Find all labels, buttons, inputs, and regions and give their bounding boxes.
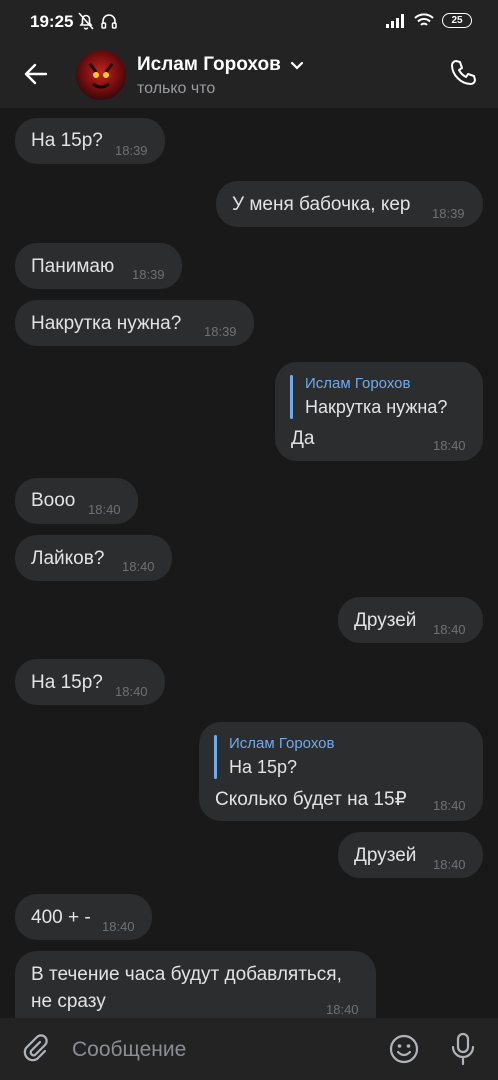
reply-bar — [290, 375, 293, 419]
message-time: 18:40 — [433, 798, 466, 813]
message-time: 18:40 — [433, 622, 466, 637]
message-text: Панимаю — [31, 256, 115, 277]
message-text: Друзей — [354, 845, 417, 866]
phone-icon[interactable] — [448, 58, 478, 88]
message-time: 18:40 — [433, 857, 466, 872]
message-text: Да — [291, 428, 315, 449]
message-time: 18:40 — [88, 502, 121, 517]
signal-icon — [386, 13, 404, 28]
message-outgoing-reply[interactable]: Ислам Горохов Накрутка нужна? Да 18:40 — [275, 362, 483, 461]
message-incoming[interactable]: На 15р? 18:39 — [15, 118, 165, 164]
reply-author: Ислам Горохов — [305, 375, 411, 392]
message-time: 18:40 — [122, 559, 155, 574]
reply-author: Ислам Горохов — [229, 735, 335, 752]
status-time: 19:25 — [30, 12, 74, 31]
contact-name[interactable]: Ислам Горохов — [137, 54, 281, 76]
avatar[interactable] — [76, 50, 126, 100]
message-time: 18:39 — [204, 324, 237, 339]
paperclip-icon[interactable] — [20, 1034, 50, 1064]
microphone-icon[interactable] — [450, 1032, 476, 1066]
reply-quote: На 15р? — [229, 757, 298, 777]
status-bar: 19:25 25 — [0, 0, 498, 44]
message-input[interactable] — [70, 1030, 364, 1070]
message-time: 18:39 — [432, 206, 465, 221]
message-incoming[interactable]: Панимаю 18:39 — [15, 243, 182, 289]
contact-status: только что — [137, 80, 216, 97]
message-outgoing[interactable]: Друзей 18:40 — [338, 597, 483, 643]
message-outgoing[interactable]: У меня бабочка, кер 18:39 — [216, 181, 483, 227]
battery-indicator: 25 — [442, 13, 472, 28]
message-text-line2: не сразу — [31, 991, 106, 1012]
reply-bar — [214, 735, 217, 779]
reply-quote: Накрутка нужна? — [305, 397, 448, 417]
wifi-icon — [414, 13, 434, 26]
message-incoming[interactable]: Лайков? 18:40 — [15, 535, 172, 581]
message-text: На 15р? — [31, 672, 103, 693]
message-incoming[interactable]: Накрутка нужна? 18:39 — [15, 300, 254, 346]
headphones-icon — [101, 14, 117, 29]
message-text: Друзей — [354, 610, 417, 631]
chevron-down-icon[interactable] — [290, 58, 304, 72]
message-outgoing[interactable]: Друзей 18:40 — [338, 832, 483, 878]
arrow-left-icon[interactable] — [22, 60, 50, 88]
chat-header: Ислам Горохов только что — [0, 44, 498, 108]
message-incoming[interactable]: Вооо 18:40 — [15, 478, 138, 524]
message-text: Сколько будет на 15₽ — [215, 789, 407, 810]
message-time: 18:39 — [115, 143, 148, 158]
message-text-line1: В течение часа будут добавляться, — [31, 964, 342, 985]
message-incoming[interactable]: На 15р? 18:40 — [15, 659, 165, 705]
message-time: 18:40 — [115, 684, 148, 699]
message-text: Накрутка нужна? — [31, 313, 182, 334]
message-time: 18:40 — [326, 1002, 359, 1017]
message-text: На 15р? — [31, 130, 103, 151]
mute-bell-icon — [78, 12, 94, 30]
message-composer — [0, 1018, 498, 1080]
message-text: Вооо — [31, 490, 76, 511]
smile-icon[interactable] — [388, 1033, 420, 1065]
message-incoming[interactable]: 400 + - 18:40 — [15, 894, 152, 940]
message-text: У меня бабочка, кер — [232, 194, 411, 215]
avatar-image — [88, 63, 114, 89]
message-text: Лайков? — [31, 548, 105, 569]
message-incoming[interactable]: В течение часа будут добавляться, не сра… — [15, 951, 376, 1021]
status-left-icons — [78, 12, 118, 30]
message-time: 18:39 — [132, 267, 165, 282]
message-time: 18:40 — [433, 438, 466, 453]
message-outgoing-reply[interactable]: Ислам Горохов На 15р? Сколько будет на 1… — [199, 722, 483, 821]
status-right-icons: 25 — [386, 13, 472, 28]
message-text: 400 + - — [31, 907, 91, 928]
message-time: 18:40 — [102, 919, 135, 934]
